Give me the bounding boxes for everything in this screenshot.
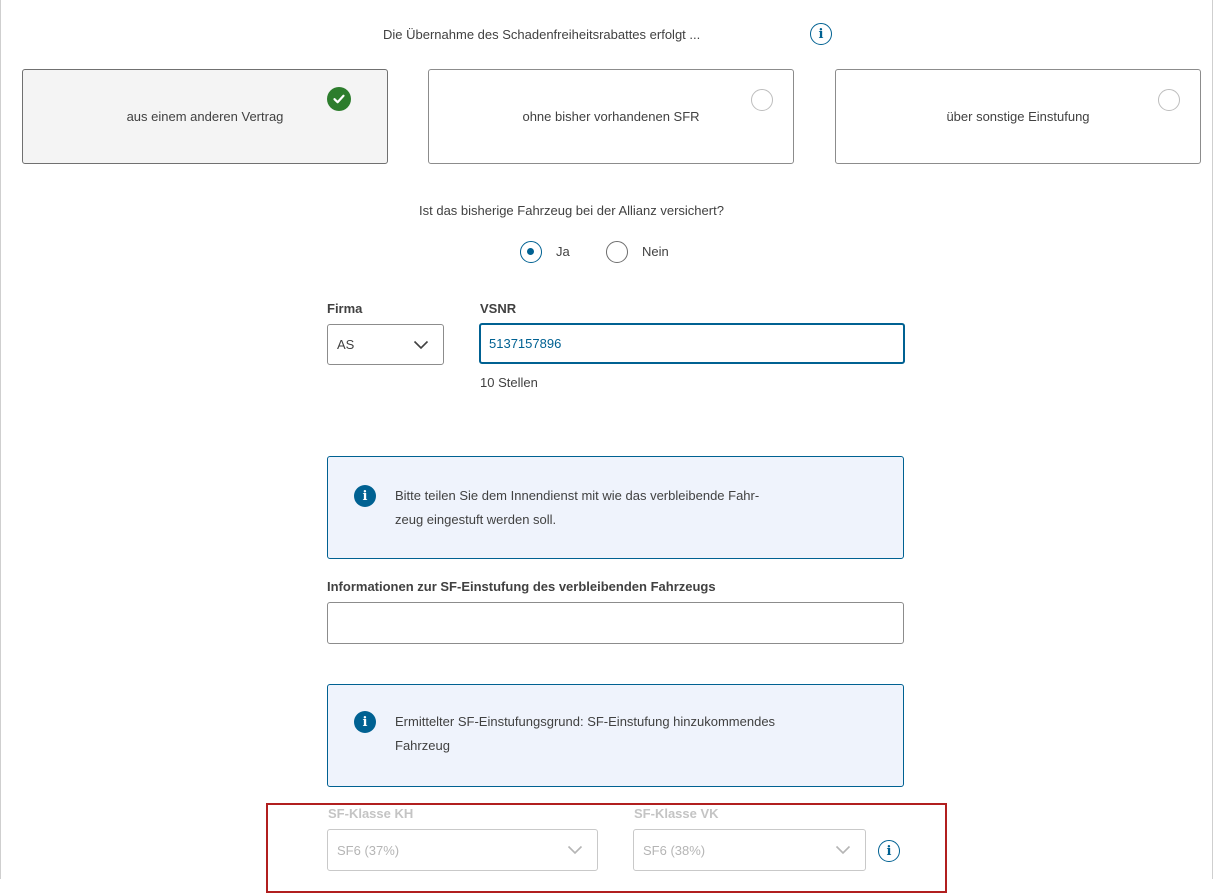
radio-ja[interactable]: [520, 241, 542, 263]
info-icon: i: [354, 711, 376, 733]
firma-value: AS: [337, 337, 355, 352]
info-text-line: Bitte teilen Sie dem Innendienst mit wie…: [395, 488, 760, 503]
radio-nein-label: Nein: [642, 244, 669, 259]
option-label: über sonstige Einstufung: [946, 109, 1090, 124]
option-card-anderer-vertrag[interactable]: aus einem anderen Vertrag: [22, 69, 388, 164]
vsnr-value: 5137157896: [489, 336, 562, 351]
firma-label: Firma: [327, 301, 363, 316]
radio-icon: [1158, 89, 1180, 111]
option-label: ohne bisher vorhandenen SFR: [522, 109, 700, 124]
info-text-line: Ermittelter SF-Einstufungsgrund: SF-Eins…: [395, 714, 776, 729]
vsnr-input[interactable]: 5137157896: [479, 323, 905, 364]
insured-question: Ist das bisherige Fahrzeug bei der Allia…: [419, 203, 724, 218]
vsnr-label: VSNR: [480, 301, 517, 316]
info-box-innendienst: i Bitte teilen Sie dem Innendienst mit w…: [327, 456, 904, 559]
highlight-frame: [266, 803, 947, 893]
vsnr-hint: 10 Stellen: [480, 375, 538, 390]
radio-ja-label: Ja: [556, 244, 570, 259]
check-icon: [327, 87, 351, 111]
option-card-sonstige-einstufung[interactable]: über sonstige Einstufung: [835, 69, 1201, 164]
option-label: aus einem anderen Vertrag: [126, 109, 284, 124]
firma-select[interactable]: AS: [327, 324, 444, 365]
info-icon: i: [354, 485, 376, 507]
chevron-down-icon: [413, 340, 429, 349]
sfr-question: Die Übernahme des Schadenfreiheitsrabatt…: [383, 27, 701, 42]
info-text-line: Fahrzeug: [395, 738, 450, 753]
info-box-einstufungsgrund: i Ermittelter SF-Einstufungsgrund: SF-Ei…: [327, 684, 904, 787]
frame-right-border: [1212, 0, 1213, 879]
radio-nein[interactable]: [606, 241, 628, 263]
radio-icon: [751, 89, 773, 111]
frame-left-border: [0, 0, 1, 879]
info-icon[interactable]: i: [810, 23, 832, 45]
sf-info-label: Informationen zur SF-Einstufung des verb…: [327, 579, 716, 594]
option-card-ohne-sfr[interactable]: ohne bisher vorhandenen SFR: [428, 69, 794, 164]
info-text-line: zeug eingestuft werden soll.: [395, 512, 557, 527]
sf-info-input[interactable]: [327, 602, 904, 644]
